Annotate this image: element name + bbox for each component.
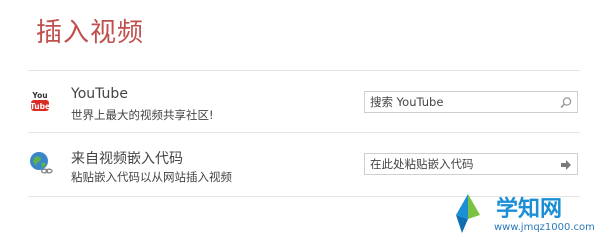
watermark-text: 学知网 xyxy=(496,197,563,222)
youtube-search-box[interactable] xyxy=(364,91,578,113)
divider xyxy=(28,132,580,133)
youtube-subtitle: 世界上最大的视频共享社区! xyxy=(71,108,214,122)
embed-code-input[interactable] xyxy=(365,154,560,174)
youtube-icon: You Tube xyxy=(28,88,54,114)
watermark-url: www.jmqz1000.com xyxy=(494,222,595,233)
arrow-right-icon[interactable] xyxy=(559,157,573,171)
globe-link-icon xyxy=(28,150,54,176)
svg-text:Tube: Tube xyxy=(30,102,50,111)
embed-code-box[interactable] xyxy=(364,153,578,175)
watermark-logo: 学知网 www.jmqz1000.com xyxy=(446,191,598,239)
embed-code-option[interactable]: 来自视频嵌入代码 粘贴嵌入代码以从网站插入视频 xyxy=(28,134,580,194)
search-icon[interactable] xyxy=(559,95,573,109)
youtube-search-input[interactable] xyxy=(365,92,560,112)
divider xyxy=(28,70,580,71)
svg-text:You: You xyxy=(31,91,47,100)
youtube-title: YouTube xyxy=(71,86,128,102)
dialog-title: 插入视频 xyxy=(36,18,145,48)
embed-subtitle: 粘贴嵌入代码以从网站插入视频 xyxy=(71,170,232,184)
youtube-option[interactable]: You Tube YouTube 世界上最大的视频共享社区! xyxy=(28,72,580,132)
embed-title: 来自视频嵌入代码 xyxy=(71,151,183,167)
